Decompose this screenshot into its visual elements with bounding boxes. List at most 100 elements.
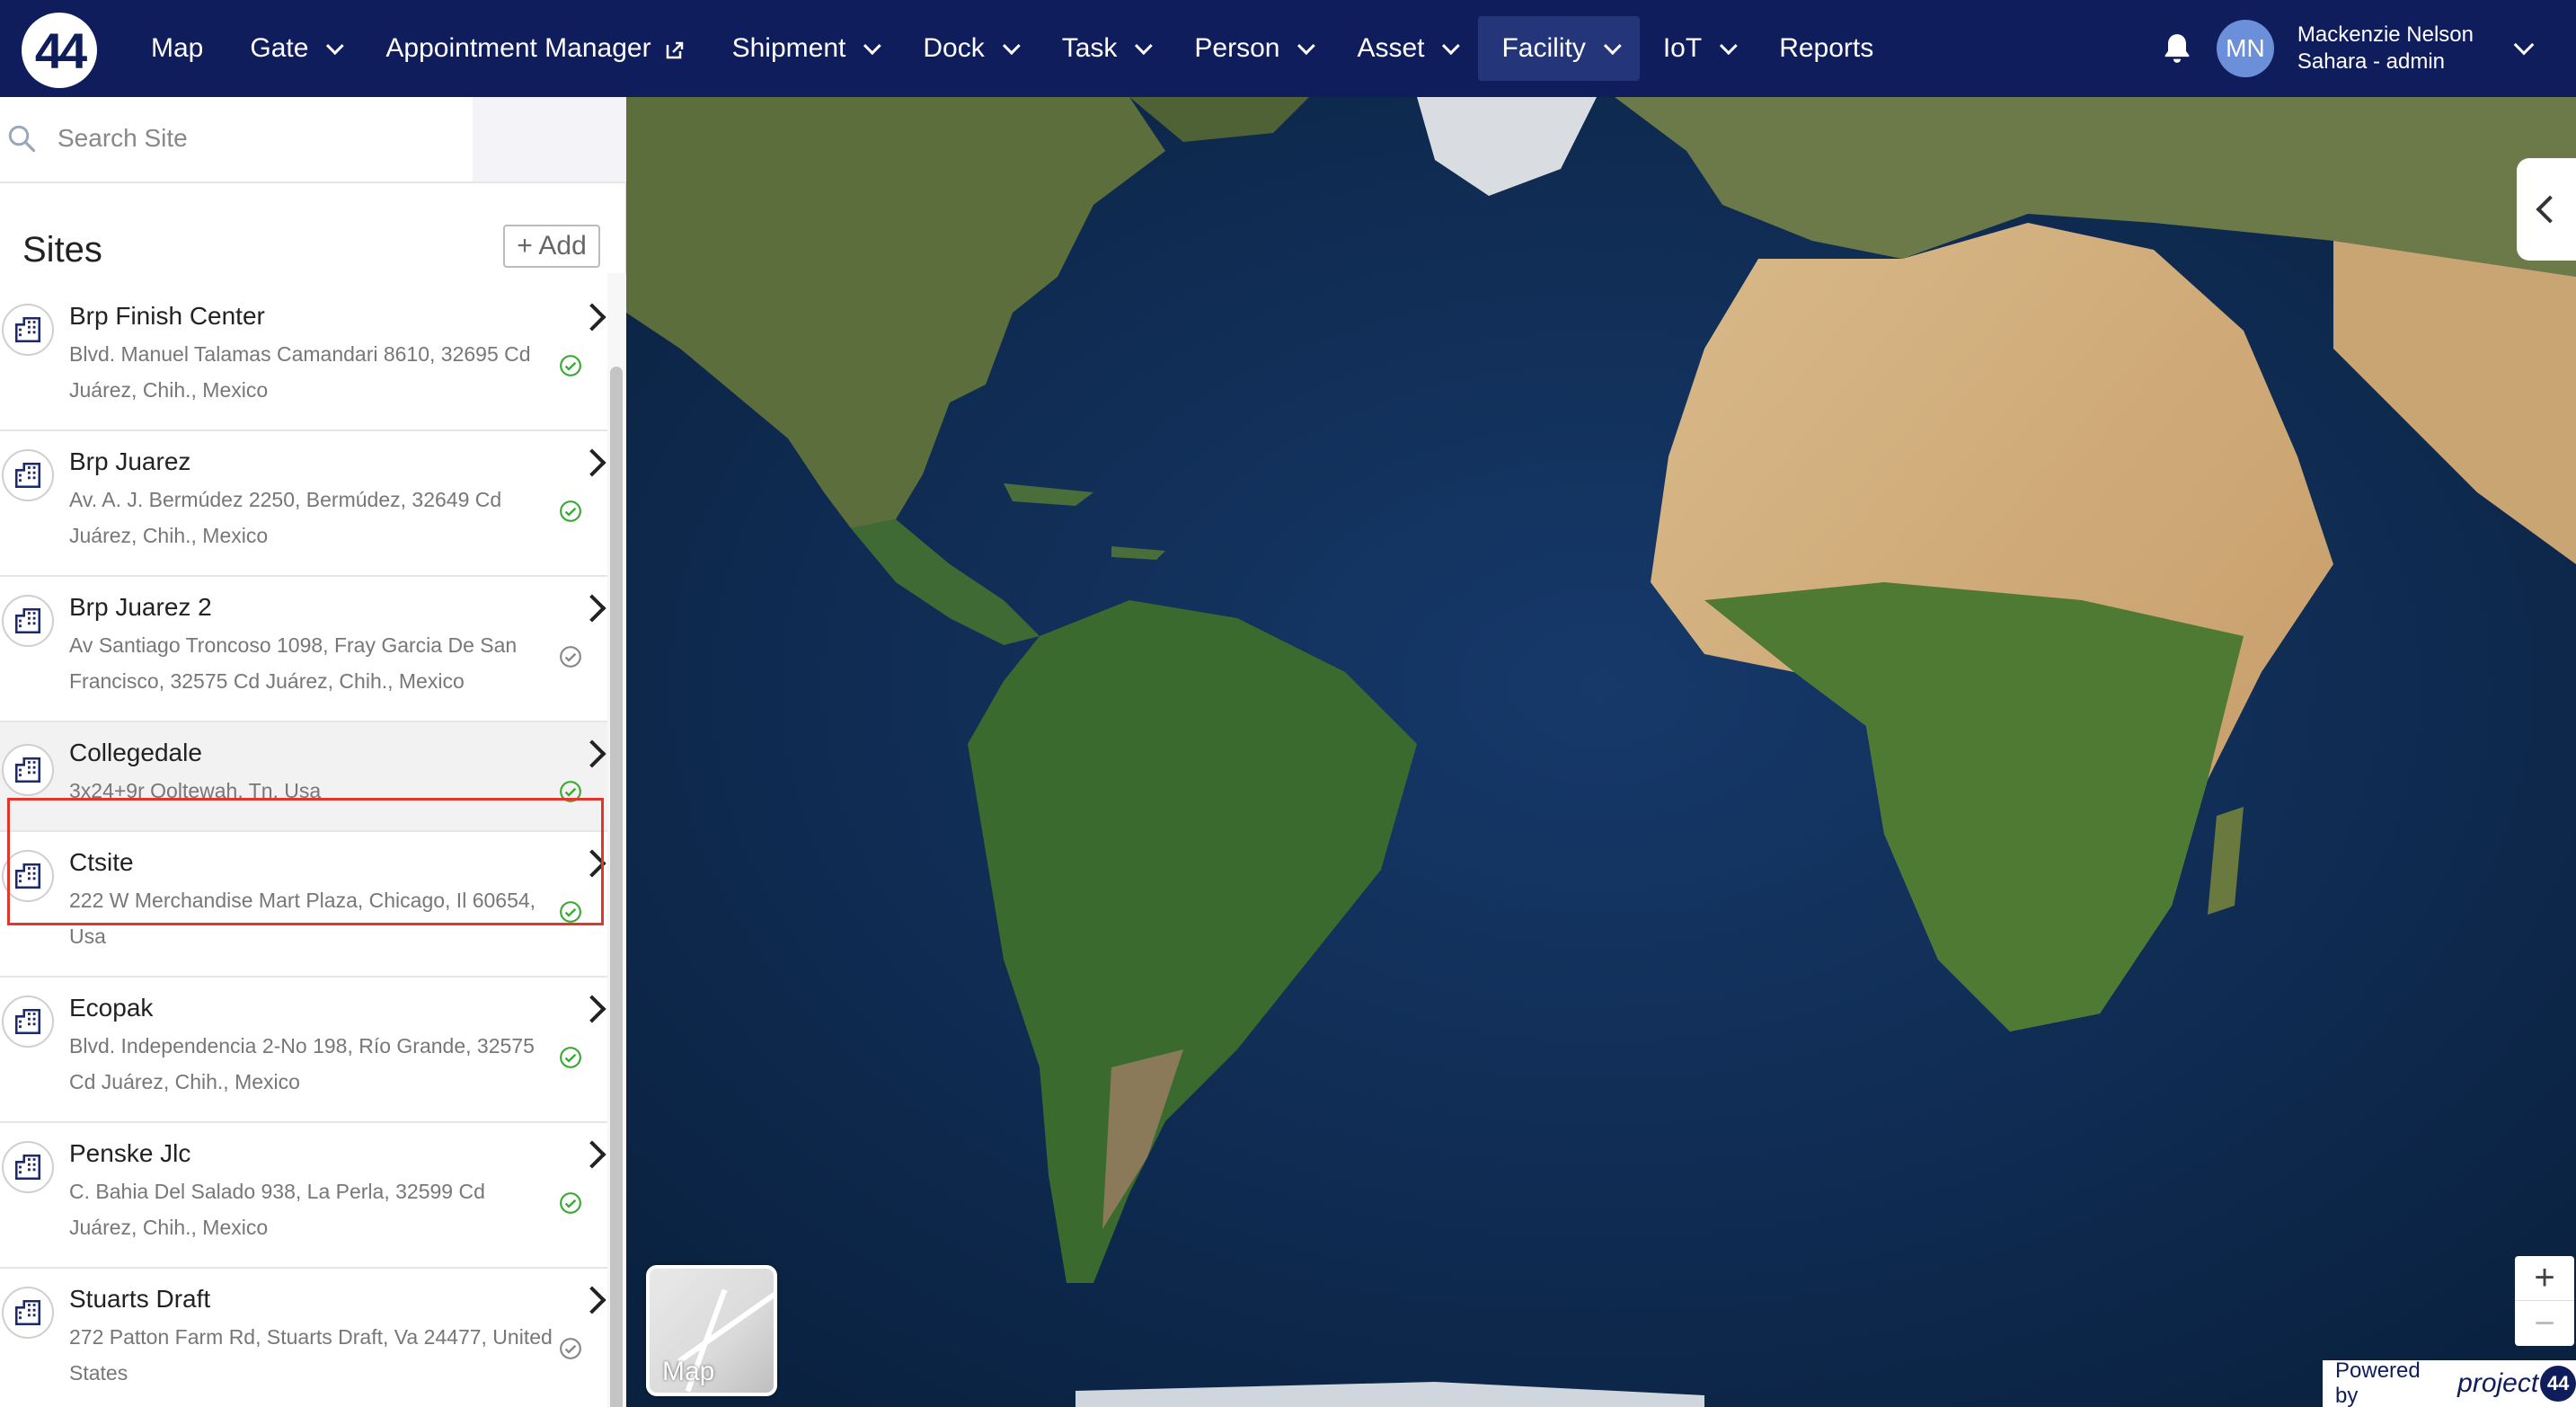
- site-name: Brp Juarez 2: [69, 593, 212, 621]
- zoom-in-button[interactable]: +: [2515, 1256, 2574, 1301]
- check-circle-icon: [560, 1047, 581, 1068]
- map-thumbnail-road: [677, 1287, 774, 1364]
- nav-item-label: Shipment: [731, 33, 846, 63]
- chevron-right-icon: [578, 995, 606, 1023]
- chevron-right-icon: [578, 303, 606, 332]
- external-link-icon: [664, 38, 686, 59]
- chevron-down-icon: [1135, 37, 1154, 56]
- site-name: Collegedale: [69, 739, 202, 766]
- nav-item-label: Facility: [1501, 33, 1586, 63]
- chevron-down-icon: [326, 37, 345, 56]
- chevron-down-icon: [1720, 37, 1738, 56]
- nav-item-task[interactable]: Task: [1039, 16, 1172, 81]
- chevron-down-icon: [1297, 37, 1316, 56]
- building-icon: [2, 1141, 54, 1193]
- site-name: Ecopak: [69, 994, 154, 1022]
- user-area: MN Mackenzie Nelson Sahara - admin: [2159, 0, 2576, 97]
- nav-item-facility[interactable]: Facility: [1478, 16, 1640, 81]
- chevron-down-icon: [863, 37, 882, 56]
- building-icon: [2, 1287, 54, 1339]
- site-address: 272 Patton Farm Rd, Stuarts Draft, Va 24…: [69, 1325, 553, 1385]
- app-logo[interactable]: 44: [22, 13, 97, 88]
- sites-sidebar: Sites + Add Brp Finish Center Blvd. Manu…: [0, 97, 626, 1407]
- site-name: Penske Jlc: [69, 1139, 191, 1167]
- check-circle-icon: [560, 646, 581, 668]
- user-name: Mackenzie Nelson: [2297, 22, 2474, 47]
- check-circle-icon: [560, 1338, 581, 1359]
- check-circle-icon: [560, 1192, 581, 1214]
- site-address: C. Bahia Del Salado 938, La Perla, 32599…: [69, 1180, 485, 1239]
- site-name: Stuarts Draft: [69, 1285, 211, 1313]
- chevron-down-icon: [1442, 37, 1461, 56]
- selection-highlight: [7, 798, 604, 925]
- powered-by-brand: project: [2457, 1368, 2539, 1398]
- bell-icon[interactable]: [2159, 31, 2195, 66]
- site-row-stuarts-draft[interactable]: Stuarts Draft 272 Patton Farm Rd, Stuart…: [0, 1269, 607, 1407]
- collapse-panel-button[interactable]: [2517, 158, 2576, 261]
- chevron-right-icon: [578, 448, 606, 477]
- world-map-graphic: [626, 97, 2576, 1407]
- nav-item-label: IoT: [1662, 33, 1703, 63]
- site-name: Brp Finish Center: [69, 302, 265, 330]
- zoom-controls: + −: [2515, 1256, 2574, 1346]
- nav-item-label: Task: [1061, 33, 1118, 63]
- powered-by-badge: Powered by project 44: [2323, 1358, 2576, 1407]
- nav-item-label: Dock: [923, 33, 985, 63]
- satellite-map[interactable]: Map + − Powered by project 44: [626, 97, 2576, 1407]
- site-row-ecopak[interactable]: Ecopak Blvd. Independencia 2-No 198, Río…: [0, 978, 607, 1123]
- nav-item-label: Map: [151, 33, 204, 63]
- check-circle-icon: [560, 355, 581, 376]
- chevron-right-icon: [578, 594, 606, 623]
- nav-item-label: Asset: [1357, 33, 1425, 63]
- chevron-down-icon[interactable]: [2513, 34, 2535, 56]
- check-circle-icon: [560, 500, 581, 522]
- nav-item-appointment-manager[interactable]: Appointment Manager: [362, 16, 708, 81]
- site-address: Av Santiago Troncoso 1098, Fray Garcia D…: [69, 633, 518, 693]
- powered-by-brand-badge: 44: [2540, 1366, 2576, 1402]
- nav-item-reports[interactable]: Reports: [1756, 16, 1897, 81]
- chevron-right-icon: [578, 739, 606, 768]
- nav-item-label: Appointment Manager: [385, 33, 651, 63]
- zoom-out-button[interactable]: −: [2515, 1301, 2574, 1346]
- building-icon: [2, 996, 54, 1048]
- search-input[interactable]: [36, 97, 473, 180]
- add-site-button[interactable]: + Add: [503, 225, 600, 268]
- building-icon: [2, 744, 54, 796]
- chevron-down-icon: [1002, 37, 1021, 56]
- nav-item-label: Gate: [250, 33, 309, 63]
- building-icon: [2, 304, 54, 356]
- chevron-right-icon: [578, 1140, 606, 1169]
- building-icon: [2, 449, 54, 501]
- nav-item-dock[interactable]: Dock: [899, 16, 1038, 81]
- site-row-penske-jlc[interactable]: Penske Jlc C. Bahia Del Salado 938, La P…: [0, 1123, 607, 1269]
- nav-item-gate[interactable]: Gate: [226, 16, 362, 81]
- search-bar: [0, 97, 626, 183]
- search-bar-filler: [473, 97, 626, 181]
- nav-item-iot[interactable]: IoT: [1640, 16, 1756, 81]
- site-row-brp-juarez[interactable]: Brp Juarez Av. A. J. Bermúdez 2250, Berm…: [0, 431, 607, 577]
- search-icon: [8, 125, 36, 153]
- nav-item-person[interactable]: Person: [1171, 16, 1333, 81]
- main-menu: Map Gate Appointment Manager Shipment Do…: [128, 16, 1897, 81]
- chevron-left-icon: [2536, 195, 2564, 224]
- user-info[interactable]: Mackenzie Nelson Sahara - admin: [2297, 22, 2474, 75]
- sites-title: Sites: [22, 230, 102, 270]
- nav-item-shipment[interactable]: Shipment: [709, 16, 900, 81]
- user-role: Sahara - admin: [2297, 49, 2445, 74]
- site-address: Blvd. Independencia 2-No 198, Río Grande…: [69, 1034, 535, 1093]
- map-type-toggle[interactable]: Map: [646, 1265, 777, 1396]
- site-name: Brp Juarez: [69, 447, 191, 475]
- chevron-right-icon: [578, 1286, 606, 1314]
- site-row-brp-finish-center[interactable]: Brp Finish Center Blvd. Manuel Talamas C…: [0, 286, 607, 431]
- site-row-brp-juarez-2[interactable]: Brp Juarez 2 Av Santiago Troncoso 1098, …: [0, 577, 607, 722]
- nav-item-label: Reports: [1779, 33, 1874, 63]
- scrollbar-thumb[interactable]: [610, 367, 623, 1407]
- nav-item-map[interactable]: Map: [128, 16, 226, 81]
- map-type-label: Map: [662, 1357, 715, 1386]
- avatar[interactable]: MN: [2216, 20, 2274, 77]
- site-address: Blvd. Manuel Talamas Camandari 8610, 326…: [69, 342, 531, 402]
- nav-item-asset[interactable]: Asset: [1333, 16, 1478, 81]
- powered-by-text: Powered by: [2335, 1358, 2421, 1407]
- site-address: Av. A. J. Bermúdez 2250, Bermúdez, 32649…: [69, 488, 502, 547]
- top-navigation-bar: 44 Map Gate Appointment Manager Shipment…: [0, 0, 2576, 97]
